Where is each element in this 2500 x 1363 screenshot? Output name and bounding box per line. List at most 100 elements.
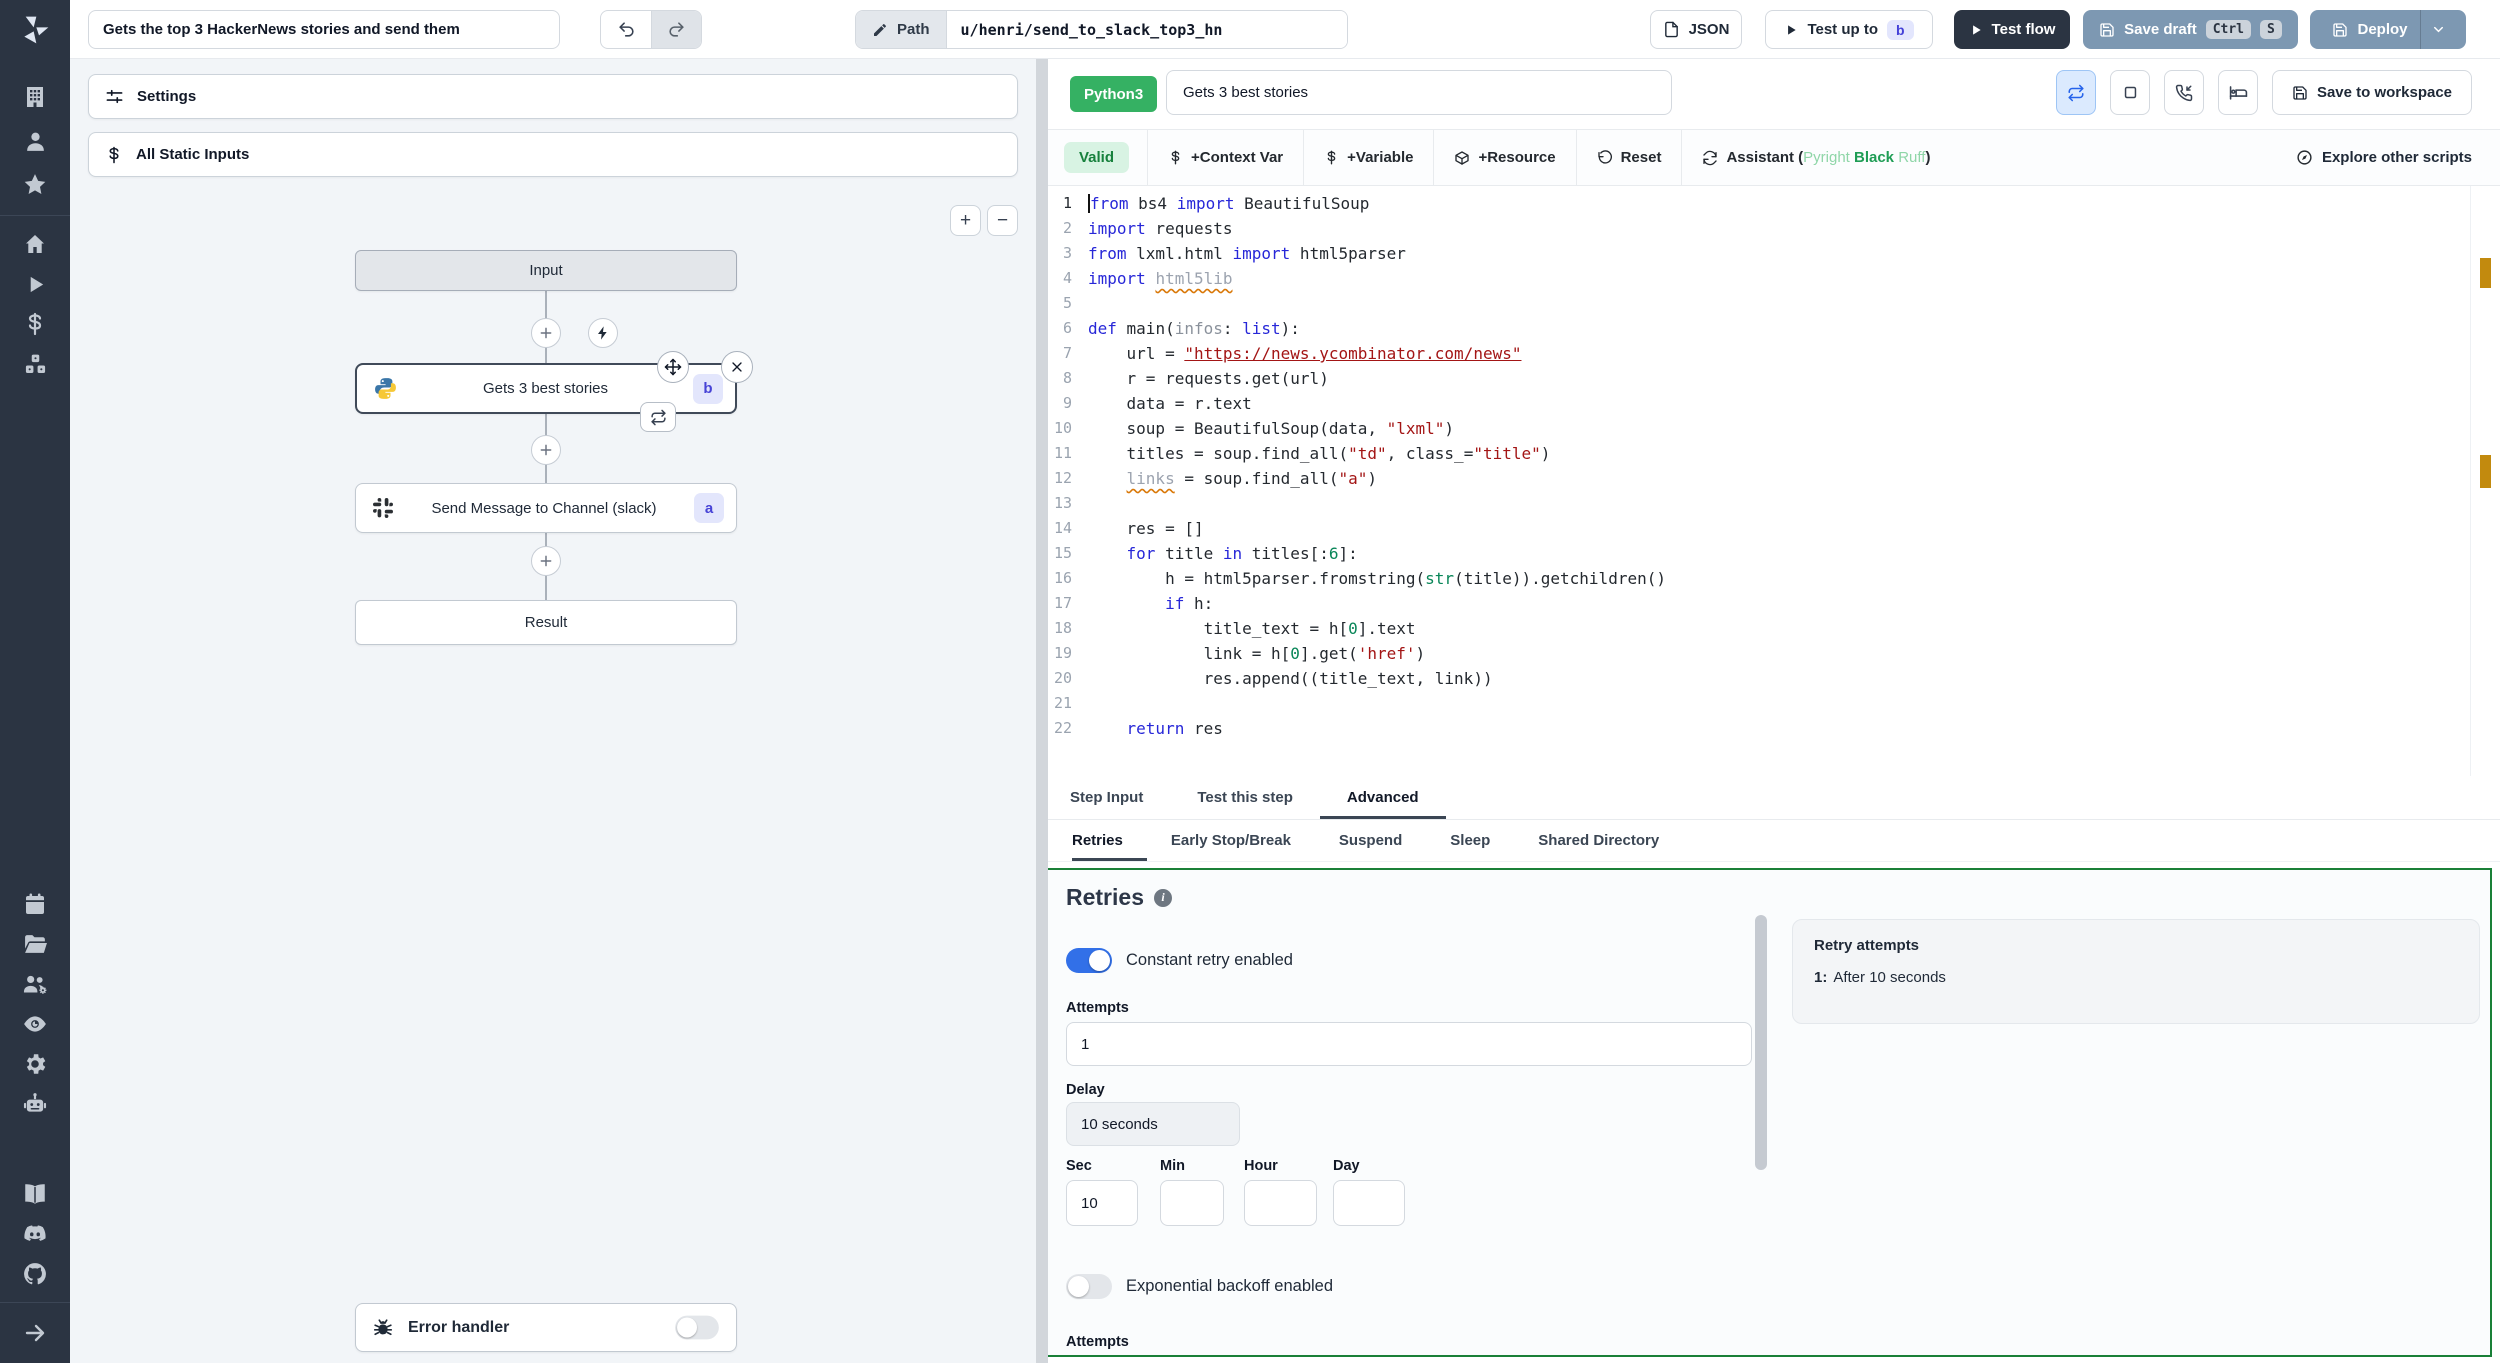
tab-step-input[interactable]: Step Input xyxy=(1070,776,1170,819)
code-editor[interactable]: 1 from bs4 import BeautifulSoup 2 import re… xyxy=(1048,186,2500,776)
move-icon xyxy=(664,358,682,376)
delete-step-button[interactable] xyxy=(721,351,753,383)
sidebar-item-folders[interactable] xyxy=(0,924,70,964)
step-retry-indicator[interactable] xyxy=(640,402,676,432)
info-icon[interactable]: i xyxy=(1153,888,1172,907)
reset-button[interactable]: Reset xyxy=(1577,130,1682,186)
sidebar-item-workers[interactable] xyxy=(0,1084,70,1124)
path-input[interactable] xyxy=(946,11,1347,48)
undo-redo-group xyxy=(600,10,702,49)
sec-input[interactable] xyxy=(1066,1180,1138,1226)
deploy-dropdown-button[interactable] xyxy=(2419,10,2456,49)
subtab-suspend[interactable]: Suspend xyxy=(1315,820,1426,861)
sidebar-expand-button[interactable] xyxy=(0,1311,70,1355)
sidebar-item-variables[interactable] xyxy=(0,304,70,344)
assistant-button[interactable]: Assistant (Pyright Black Ruff) xyxy=(1682,130,1950,186)
day-input[interactable] xyxy=(1333,1180,1405,1226)
sidebar-item-docs[interactable] xyxy=(0,1174,70,1214)
retries-setting-button[interactable] xyxy=(2056,70,2096,115)
canvas-zoom-in-button[interactable]: + xyxy=(950,205,981,236)
early-stop-setting-button[interactable] xyxy=(2110,70,2150,115)
subtab-retries[interactable]: Retries xyxy=(1072,820,1147,861)
sidebar-item-groups[interactable] xyxy=(0,964,70,1004)
save-draft-button[interactable]: Save draft Ctrl S xyxy=(2083,10,2298,49)
add-resource-label: +Resource xyxy=(1478,149,1556,166)
windmill-logo[interactable] xyxy=(0,0,70,59)
code-lines: 1 from bs4 import BeautifulSoup 2 import re… xyxy=(1053,194,1666,738)
day-label: Day xyxy=(1333,1158,1360,1174)
subtab-shared-directory[interactable]: Shared Directory xyxy=(1514,820,1683,861)
sidebar-item-discord[interactable] xyxy=(0,1214,70,1254)
save-icon xyxy=(2100,22,2114,37)
tab-test-this-step[interactable]: Test this step xyxy=(1170,776,1320,819)
sidebar-item-runs[interactable] xyxy=(0,264,70,304)
panel-resize-handle[interactable] xyxy=(1036,59,1048,1363)
sliders-icon xyxy=(106,89,123,104)
suspend-setting-button[interactable] xyxy=(2164,70,2204,115)
flow-node-result[interactable]: Result xyxy=(355,600,737,645)
exponential-backoff-toggle[interactable] xyxy=(1066,1274,1112,1299)
edit-path-button[interactable]: Path xyxy=(856,11,947,48)
min-input[interactable] xyxy=(1160,1180,1224,1226)
test-up-to-button[interactable]: Test up to b xyxy=(1765,10,1933,49)
save-icon xyxy=(2333,22,2348,37)
sidebar-item-resources[interactable] xyxy=(0,344,70,384)
play-icon xyxy=(1972,24,1981,35)
plus-icon xyxy=(540,555,552,567)
flow-settings-button[interactable]: Settings xyxy=(88,74,1018,119)
exponential-backoff-label: Exponential backoff enabled xyxy=(1126,1277,1334,1295)
sidebar-item-github[interactable] xyxy=(0,1254,70,1294)
deploy-button[interactable]: Deploy xyxy=(2310,10,2466,49)
sidebar-item-schedules[interactable] xyxy=(0,884,70,924)
hour-input[interactable] xyxy=(1244,1180,1317,1226)
add-context-var-button[interactable]: +Context Var xyxy=(1148,130,1303,186)
json-button[interactable]: JSON xyxy=(1650,10,1742,49)
lightning-icon xyxy=(598,326,607,340)
retries-title: Retries xyxy=(1066,884,1144,910)
step-editor-panel: Python3 Save to workspace Valid xyxy=(1040,59,2500,1363)
add-variable-button[interactable]: +Variable xyxy=(1304,130,1433,186)
sidebar-item-home[interactable] xyxy=(0,224,70,264)
all-static-inputs-button[interactable]: All Static Inputs xyxy=(88,132,1018,177)
insert-step-button[interactable] xyxy=(531,318,561,348)
step-name-input[interactable] xyxy=(1166,70,1672,115)
subtab-sleep[interactable]: Sleep xyxy=(1426,820,1514,861)
windmill-logo-icon xyxy=(24,16,49,43)
tab-advanced[interactable]: Advanced xyxy=(1320,776,1446,819)
editor-overview-ruler[interactable] xyxy=(2470,186,2500,776)
undo-button[interactable] xyxy=(601,11,651,48)
sidebar-item-audit[interactable] xyxy=(0,1004,70,1044)
retries-form-scrollbar[interactable] xyxy=(1755,915,1767,1170)
error-handler-node[interactable]: Error handler xyxy=(355,1303,737,1352)
redo-button[interactable] xyxy=(651,11,701,48)
canvas-zoom-out-button[interactable]: − xyxy=(987,205,1018,236)
explore-other-scripts-button[interactable]: Explore other scripts xyxy=(2296,149,2500,166)
subtab-early-stop[interactable]: Early Stop/Break xyxy=(1147,820,1315,861)
retries-panel: Retries i Constant retry enabled Attempt… xyxy=(1040,868,2492,1357)
add-resource-button[interactable]: +Resource xyxy=(1434,130,1575,186)
test-flow-button[interactable]: Test flow xyxy=(1954,10,2070,49)
attempts-input[interactable] xyxy=(1066,1022,1752,1066)
flow-node-input[interactable]: Input xyxy=(355,250,737,291)
sidebar-item-favorites[interactable] xyxy=(0,163,70,207)
sidebar-item-user[interactable] xyxy=(0,119,70,163)
sidebar-item-settings[interactable] xyxy=(0,1044,70,1084)
slack-icon xyxy=(372,497,394,519)
undo-icon xyxy=(618,22,634,37)
sleep-setting-button[interactable] xyxy=(2218,70,2258,115)
dollar-icon xyxy=(28,312,42,336)
warning-mark xyxy=(2480,258,2491,288)
insert-step-button[interactable] xyxy=(531,435,561,465)
trigger-button[interactable] xyxy=(588,318,618,348)
user-icon xyxy=(26,132,44,151)
constant-retry-toggle[interactable] xyxy=(1066,948,1112,973)
save-to-workspace-button[interactable]: Save to workspace xyxy=(2272,70,2472,115)
error-handler-toggle[interactable] xyxy=(675,1315,719,1340)
sidebar-item-workspace[interactable] xyxy=(0,75,70,119)
flow-node-step-a[interactable]: Send Message to Channel (slack) a xyxy=(355,483,737,533)
windmill-flow-editor: Path JSON Test up to b Test flow Save dr… xyxy=(0,0,2500,1363)
redo-icon xyxy=(669,22,684,37)
flow-title-input[interactable] xyxy=(88,10,560,49)
insert-step-button[interactable] xyxy=(531,546,561,576)
move-step-button[interactable] xyxy=(657,351,689,383)
